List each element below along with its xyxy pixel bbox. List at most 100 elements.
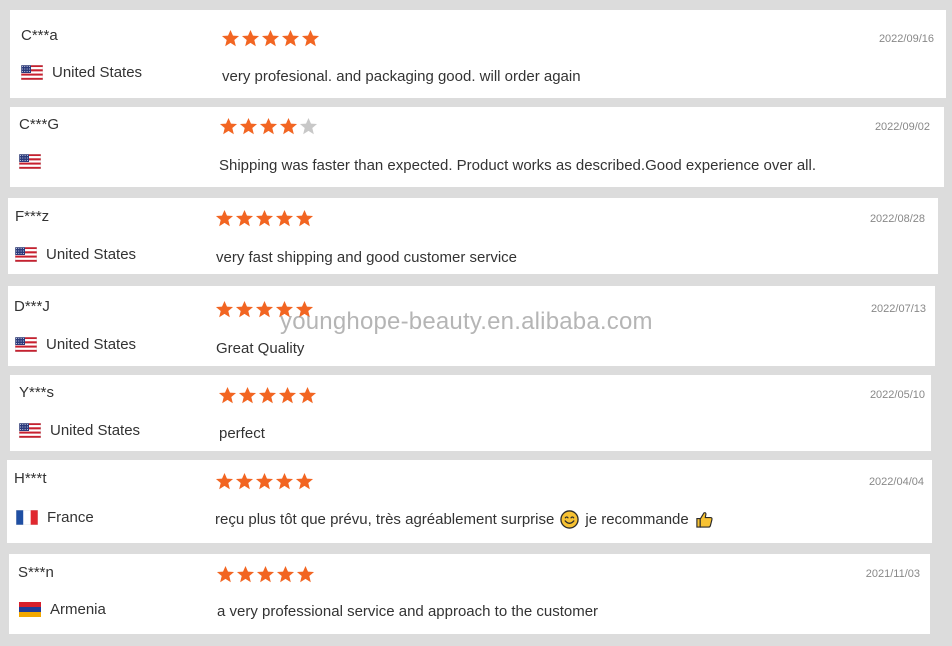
review-card: Y***s United States 2022/05/10 perfect	[10, 375, 931, 451]
star-filled-icon	[261, 29, 280, 47]
us-flag-icon	[19, 423, 41, 438]
star-filled-icon	[239, 117, 258, 135]
review-date: 2022/09/02	[874, 121, 930, 133]
reviewer-country: United States	[15, 246, 136, 263]
star-filled-icon	[215, 209, 234, 227]
star-filled-icon	[275, 300, 294, 318]
country-name: United States	[46, 246, 137, 263]
us-flag-icon	[15, 247, 37, 262]
star-filled-icon	[281, 29, 300, 47]
star-filled-icon	[236, 565, 255, 583]
review-comment: very fast shipping and good customer ser…	[216, 249, 517, 266]
reviewer-country: Armenia	[19, 601, 106, 618]
review-date: 2022/09/16	[878, 33, 934, 45]
review-date: 2022/08/28	[869, 213, 925, 225]
reviewer-country: United States	[19, 422, 140, 439]
reviewer-country: United States	[21, 64, 142, 81]
star-filled-icon	[215, 300, 234, 318]
reviewer-name: H***t	[14, 470, 47, 487]
star-filled-icon	[276, 565, 295, 583]
star-filled-icon	[255, 209, 274, 227]
country-name: United States	[46, 336, 137, 353]
review-date: 2022/04/04	[868, 476, 924, 488]
reviewer-country: France	[16, 509, 94, 526]
star-rating	[215, 209, 314, 229]
comment-text: a very professional service and approach…	[217, 603, 599, 620]
star-filled-icon	[258, 386, 277, 404]
star-filled-icon	[219, 117, 238, 135]
review-card: C***a United States 2022/09/16 very prof…	[10, 10, 946, 98]
star-filled-icon	[275, 472, 294, 490]
thumbs-up-icon	[696, 512, 713, 528]
star-filled-icon	[295, 300, 314, 318]
country-name: United States	[52, 64, 143, 81]
country-name: Armenia	[50, 601, 106, 618]
review-comment: a very professional service and approach…	[217, 603, 598, 620]
comment-text: reçu plus tôt que prévu, très agréableme…	[215, 511, 555, 528]
star-filled-icon	[235, 300, 254, 318]
star-filled-icon	[278, 386, 297, 404]
comment-text: very fast shipping and good customer ser…	[216, 249, 517, 266]
review-comment: very profesional. and packaging good. wi…	[222, 68, 581, 85]
reviewer-name: D***J	[14, 298, 50, 315]
review-card: D***J United States 2022/07/13 Great Qua…	[8, 286, 935, 366]
star-filled-icon	[259, 117, 278, 135]
review-card: H***t France 2022/04/04 reçu plus tôt qu…	[7, 460, 932, 543]
comment-text: Great Quality	[216, 340, 305, 357]
comment-text: perfect	[219, 425, 265, 442]
us-flag-icon	[15, 337, 37, 352]
star-filled-icon	[216, 565, 235, 583]
review-date: 2022/07/13	[870, 303, 926, 315]
star-filled-icon	[279, 117, 298, 135]
review-comment: reçu plus tôt que prévu, très agréableme…	[215, 510, 720, 529]
us-flag-icon	[19, 154, 41, 169]
review-comment: perfect	[219, 425, 265, 442]
country-name: United States	[50, 422, 141, 439]
review-comment: Shipping was faster than expected. Produ…	[219, 157, 816, 174]
armenia-flag-icon	[19, 602, 41, 617]
review-date: 2021/11/03	[865, 568, 920, 580]
star-filled-icon	[218, 386, 237, 404]
comment-text: Shipping was faster than expected. Produ…	[219, 157, 816, 174]
reviewer-name: C***G	[19, 116, 60, 133]
us-flag-icon	[21, 65, 43, 80]
star-filled-icon	[215, 472, 234, 490]
star-filled-icon	[255, 300, 274, 318]
review-card: S***n Armenia 2021/11/03 a very professi…	[9, 554, 930, 634]
star-filled-icon	[296, 565, 315, 583]
star-filled-icon	[275, 209, 294, 227]
star-rating	[218, 386, 317, 406]
review-card: F***z United States 2022/08/28 very fast…	[8, 198, 938, 274]
france-flag-icon	[16, 510, 38, 525]
star-empty-icon	[299, 117, 318, 135]
star-rating	[219, 117, 318, 137]
reviewer-name: C***a	[21, 27, 58, 44]
star-filled-icon	[295, 472, 314, 490]
reviewer-name: S***n	[18, 564, 54, 581]
star-filled-icon	[235, 472, 254, 490]
review-date: 2022/05/10	[869, 389, 925, 401]
smiling-face-icon	[560, 510, 580, 529]
country-name: France	[47, 509, 94, 526]
review-comment: Great Quality	[216, 340, 304, 357]
comment-text-continued: je recommande	[585, 511, 689, 528]
star-rating	[215, 472, 314, 492]
star-rating	[221, 29, 320, 49]
reviewer-country: United States	[15, 336, 136, 353]
star-filled-icon	[295, 209, 314, 227]
star-filled-icon	[221, 29, 240, 47]
star-filled-icon	[238, 386, 257, 404]
star-filled-icon	[235, 209, 254, 227]
star-filled-icon	[255, 472, 274, 490]
star-filled-icon	[241, 29, 260, 47]
comment-text: very profesional. and packaging good. wi…	[222, 68, 581, 85]
review-card: C***G 2022/09/02 Shipping was faster tha…	[10, 107, 944, 187]
star-filled-icon	[301, 29, 320, 47]
star-filled-icon	[256, 565, 275, 583]
star-rating	[215, 300, 314, 320]
star-filled-icon	[298, 386, 317, 404]
reviewer-name: Y***s	[19, 384, 55, 401]
reviewer-country	[19, 154, 50, 169]
reviewer-name: F***z	[15, 208, 50, 225]
star-rating	[216, 565, 315, 585]
